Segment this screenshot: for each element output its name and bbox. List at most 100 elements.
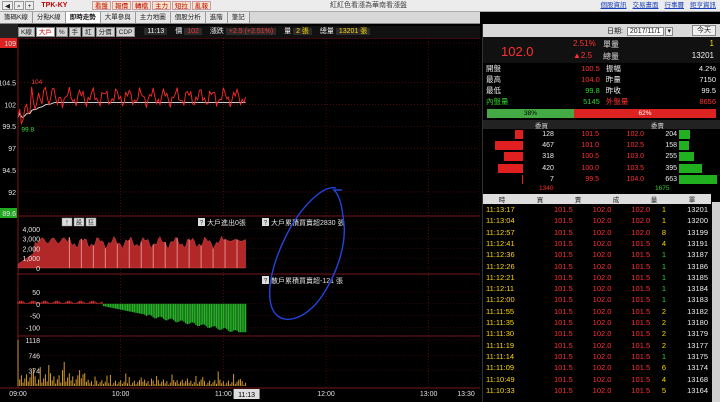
trade-row[interactable]: 11:12:11 101.5 102.0 101.5 1 13184 xyxy=(483,283,711,294)
today-button[interactable]: 今天 xyxy=(692,25,716,36)
trades-header-cell: 賣 xyxy=(559,193,597,204)
stats-cell: 100.5 xyxy=(581,64,600,73)
bid-depth-cell xyxy=(483,151,523,162)
top-button-1[interactable]: 報價 xyxy=(112,1,131,10)
trade-cell: 1 xyxy=(661,250,667,260)
price-tick-label: 92 xyxy=(8,190,16,197)
search-button[interactable]: ⌕ xyxy=(14,1,24,10)
orderbook-row[interactable]: 467 101.0 102.5 158 xyxy=(483,140,719,151)
tab-4[interactable]: 主力地圖 xyxy=(135,12,171,23)
trade-row[interactable]: 11:11:55 101.5 102.0 101.5 2 13182 xyxy=(483,306,711,317)
top-button-2[interactable]: 轉檔 xyxy=(132,1,151,10)
trade-cell: 2 xyxy=(661,340,667,350)
top-link-1[interactable]: 交易畫面 xyxy=(633,2,659,9)
trade-row[interactable]: 11:12:36 101.5 102.0 101.5 1 13187 xyxy=(483,249,711,260)
chart-mode-2[interactable]: % xyxy=(55,27,68,37)
tab-1[interactable]: 分點K線 xyxy=(32,12,66,23)
trade-row[interactable]: 11:13:17 101.5 102.0 102.0 1 13201 xyxy=(483,204,711,215)
trade-cell: 101.5 xyxy=(631,329,651,339)
trade-cell: 11:11:35 xyxy=(486,318,515,328)
trade-row[interactable]: 11:13:04 101.5 102.0 102.0 1 13200 xyxy=(483,215,711,226)
tab-0[interactable]: 籌碼K線 xyxy=(0,12,33,23)
top-button-3[interactable]: 主力 xyxy=(152,1,171,10)
top-link-2[interactable]: 行事曆 xyxy=(665,2,685,9)
trade-cell: 1 xyxy=(661,216,667,226)
top-button-4[interactable]: 短拉 xyxy=(172,1,191,10)
tab-2[interactable]: 即時走勢 xyxy=(65,12,101,23)
trades-scrollbar[interactable] xyxy=(712,202,720,402)
trade-row[interactable]: 11:11:14 101.5 102.0 101.5 1 13175 xyxy=(483,351,711,362)
chart-mode-buttons: K線 大戶% 手紅分價 CDP xyxy=(18,26,136,37)
trade-cell: 11:12:26 xyxy=(486,261,515,271)
ask-depth-bar xyxy=(679,174,717,184)
ask-volume: 158 xyxy=(665,142,677,150)
orderbook-row[interactable]: 318 100.5 103.0 255 xyxy=(483,151,719,162)
chart-mode-4[interactable]: 紅 xyxy=(82,27,95,37)
top-link-3[interactable]: 鉅亨資訊 xyxy=(690,2,716,9)
symbol-label[interactable]: TPK-KY xyxy=(41,2,67,9)
bid-volume: 7 xyxy=(549,175,554,183)
trade-row[interactable]: 11:10:49 101.5 102.0 101.5 4 13168 xyxy=(483,373,711,384)
orderbook-row[interactable]: 420 100.0 103.5 395 xyxy=(483,163,719,174)
bid-volume: 128 xyxy=(542,131,554,139)
top-link-0[interactable]: 個股資訊 xyxy=(601,2,627,9)
top-button-0[interactable]: 看盤 xyxy=(92,1,111,10)
orderbook-row[interactable]: 7 99.5 104.0 663 xyxy=(483,174,719,185)
panel3-tick-label: 50 xyxy=(32,290,40,297)
trade-row[interactable]: 11:11:30 101.5 102.0 101.5 2 13179 xyxy=(483,328,711,339)
intraday-chart[interactable]: 104 99.8 09:00 10:00 11:00 12:00 13:00 13:30 11… xyxy=(0,38,480,402)
bid-depth-bar xyxy=(498,163,523,173)
tab-6[interactable]: 進階 xyxy=(205,12,228,23)
trade-row[interactable]: 11:12:26 101.5 102.0 101.5 1 13186 xyxy=(483,260,711,271)
trade-cell: 5 xyxy=(661,385,667,395)
trade-row[interactable]: 11:12:41 101.5 102.0 101.5 4 13191 xyxy=(483,238,711,249)
trade-row[interactable]: 11:12:57 101.5 102.0 102.0 8 13199 xyxy=(483,227,711,238)
trade-cell: 101.5 xyxy=(631,351,651,361)
chart-mode-3[interactable]: 手 xyxy=(68,27,82,37)
trade-cell: 101.5 xyxy=(631,261,651,271)
trade-cell: 11:13:17 xyxy=(486,205,515,215)
trade-cell: 101.5 xyxy=(553,318,573,328)
trades-header-cell: 買 xyxy=(521,193,559,204)
calendar-dropdown-icon[interactable]: ▾ xyxy=(665,27,673,36)
trade-row[interactable]: 11:11:35 101.5 102.0 101.5 2 13180 xyxy=(483,317,711,328)
trade-row[interactable]: 11:11:19 101.5 102.0 101.5 2 13177 xyxy=(483,340,711,351)
trade-cell: 11:12:57 xyxy=(486,227,515,237)
price-tick-label: 97 xyxy=(8,146,16,153)
chart-mode-6[interactable]: CDP xyxy=(115,27,136,37)
chart-mode-0[interactable]: K線 xyxy=(18,27,35,37)
trade-cell: 102.0 xyxy=(592,374,612,384)
trade-cell: 13175 xyxy=(687,351,708,361)
top-button-5[interactable]: 亂報 xyxy=(192,1,211,10)
ask-depth-cell xyxy=(679,163,719,174)
bid-header: 委買 xyxy=(535,123,548,130)
trade-cell: 11:12:21 xyxy=(486,272,515,282)
trade-row[interactable]: 11:12:00 101.5 102.0 101.5 1 13183 xyxy=(483,294,711,305)
tab-3[interactable]: 大單參與 xyxy=(100,12,136,23)
trade-cell: 101.5 xyxy=(631,284,651,294)
panel2-button-0[interactable]: ! xyxy=(61,217,73,227)
trade-cell: 13168 xyxy=(687,374,708,384)
back-button[interactable]: ◀ xyxy=(2,1,13,10)
trade-cell: 101.5 xyxy=(553,250,573,260)
panel2-button-2[interactable]: 狂 xyxy=(85,217,97,227)
trade-cell: 102.0 xyxy=(592,329,612,339)
chart-mode-5[interactable]: 分價 xyxy=(95,27,115,37)
tab-7[interactable]: 筆記 xyxy=(227,12,250,23)
trade-row[interactable]: 11:12:21 101.5 102.0 101.5 1 13185 xyxy=(483,272,711,283)
trade-cell: 102.0 xyxy=(592,295,612,305)
trade-cell: 102.0 xyxy=(592,261,612,271)
stats-cell: 外盤量 xyxy=(605,97,629,106)
trades-header: 時買賣成量單 xyxy=(483,193,711,204)
trade-row[interactable]: 11:10:33 101.5 102.0 101.5 5 13164 xyxy=(483,385,711,396)
ask-volume: 395 xyxy=(665,164,677,172)
chart-mode-1[interactable]: 大戶 xyxy=(35,27,55,37)
orderbook-row[interactable]: 128 101.5 102.0 204 xyxy=(483,129,719,140)
add-button[interactable]: + xyxy=(24,1,35,10)
date-input[interactable]: 2017/11/1 xyxy=(626,27,664,36)
trade-row[interactable]: 11:11:09 101.5 102.0 101.5 6 13174 xyxy=(483,362,711,373)
trade-cell: 102.0 xyxy=(592,284,612,294)
panel2-button-1[interactable]: 設 xyxy=(73,217,85,227)
tab-5[interactable]: 個股分析 xyxy=(170,12,206,23)
time-tick-label: 10:00 xyxy=(112,391,130,398)
